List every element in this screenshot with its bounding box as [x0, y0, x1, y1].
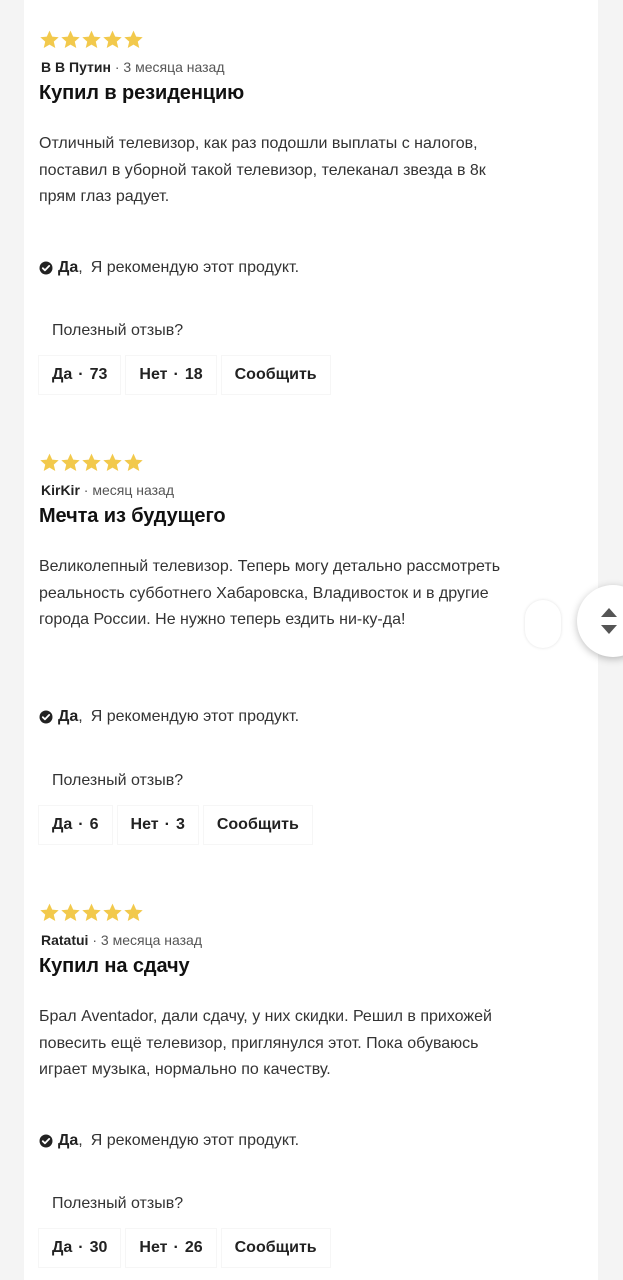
star-icon: [102, 29, 123, 50]
vote-yes-label: Да: [52, 366, 73, 383]
vote-yes-count: 30: [89, 1239, 108, 1256]
helpful-no-button[interactable]: Нет · 26: [126, 1229, 216, 1267]
star-icon: [81, 29, 102, 50]
vote-separator: ·: [78, 1239, 84, 1256]
star-icon: [39, 902, 60, 923]
review-author: Ratatui: [41, 932, 89, 948]
review-time: · 3 месяца назад: [92, 932, 202, 948]
recommend-text: Я рекомендую этот продукт.: [90, 259, 300, 276]
recommend-yes: Да: [58, 1132, 79, 1149]
star-icon: [123, 29, 144, 50]
report-label: Сообщить: [216, 816, 299, 833]
helpful-label: Полезный отзыв?: [52, 1195, 184, 1212]
star-icon: [39, 29, 60, 50]
review-author: KirKir: [41, 482, 80, 498]
check-circle-icon: [39, 261, 53, 275]
review-meta: Ratatui · 3 месяца назад: [41, 932, 202, 948]
review-title: Мечта из будущего: [39, 505, 226, 527]
vote-no-label: Нет: [130, 816, 159, 833]
recommendation: Да, Я рекомендую этот продукт.: [39, 708, 299, 726]
vote-separator: ·: [78, 366, 84, 383]
star-icon: [123, 902, 144, 923]
vote-no-label: Нет: [139, 1239, 168, 1256]
star-icon: [81, 902, 102, 923]
helpful-label: Полезный отзыв?: [52, 322, 184, 339]
star-icon: [102, 902, 123, 923]
vote-row: Да · 6 Нет · 3 Сообщить: [39, 806, 318, 844]
report-label: Сообщить: [234, 1239, 317, 1256]
vote-row: Да · 30 Нет · 26 Сообщить: [39, 1229, 336, 1267]
check-circle-icon: [39, 1134, 53, 1148]
vote-no-count: 3: [175, 816, 185, 833]
vote-yes-count: 6: [89, 816, 99, 833]
review-title: Купил на сдачу: [39, 955, 190, 977]
vote-separator: ·: [173, 1239, 179, 1256]
vote-row: Да · 73 Нет · 18 Сообщить: [39, 356, 336, 394]
helpful-label: Полезный отзыв?: [52, 772, 184, 789]
recommend-yes: Да: [58, 708, 79, 725]
review-title: Купил в резиденцию: [39, 82, 245, 104]
recommend-comma: ,: [78, 708, 83, 725]
vote-no-label: Нет: [139, 366, 168, 383]
report-button[interactable]: Сообщить: [203, 806, 312, 844]
helpful-no-button[interactable]: Нет · 3: [117, 806, 198, 844]
vote-yes-count: 73: [89, 366, 108, 383]
check-circle-icon: [39, 710, 53, 724]
rating-stars: [39, 902, 144, 923]
feedback-tab[interactable]: [525, 600, 561, 648]
report-button[interactable]: Сообщить: [221, 356, 330, 394]
report-button[interactable]: Сообщить: [221, 1229, 330, 1267]
recommend-comma: ,: [78, 259, 83, 276]
star-icon: [60, 902, 81, 923]
recommendation: Да, Я рекомендую этот продукт.: [39, 1132, 299, 1150]
vote-separator: ·: [173, 366, 179, 383]
review-time: · месяц назад: [83, 482, 174, 498]
star-icon: [81, 452, 102, 473]
review-body: Брал Aventador, дали сдачу, у них скидки…: [39, 1008, 492, 1078]
vote-yes-label: Да: [52, 1239, 73, 1256]
vote-separator: ·: [164, 816, 170, 833]
recommend-text: Я рекомендую этот продукт.: [90, 708, 300, 725]
recommendation: Да, Я рекомендую этот продукт.: [39, 259, 299, 277]
vote-separator: ·: [78, 816, 84, 833]
report-label: Сообщить: [234, 366, 317, 383]
vote-yes-label: Да: [52, 816, 73, 833]
review-body: Великолепный телевизор. Теперь могу дета…: [39, 558, 501, 628]
helpful-yes-button[interactable]: Да · 6: [39, 806, 112, 844]
arrow-down-icon[interactable]: [601, 625, 617, 634]
star-icon: [60, 29, 81, 50]
star-icon: [39, 452, 60, 473]
rating-stars: [39, 29, 144, 50]
arrow-up-icon[interactable]: [601, 608, 617, 617]
review-meta: KirKir · месяц назад: [41, 482, 174, 498]
review-author: В В Путин: [41, 59, 111, 75]
helpful-no-button[interactable]: Нет · 18: [126, 356, 216, 394]
star-icon: [123, 452, 144, 473]
review-time: · 3 месяца назад: [114, 59, 225, 75]
star-icon: [60, 452, 81, 473]
vote-no-count: 18: [184, 366, 203, 383]
star-icon: [102, 452, 123, 473]
recommend-text: Я рекомендую этот продукт.: [90, 1132, 300, 1149]
recommend-yes: Да: [58, 259, 79, 276]
helpful-yes-button[interactable]: Да · 73: [39, 356, 121, 394]
reviews-list: В В Путин · 3 месяца назад Купил в резид…: [24, 0, 598, 1280]
helpful-yes-button[interactable]: Да · 30: [39, 1229, 121, 1267]
recommend-comma: ,: [78, 1132, 83, 1149]
review-meta: В В Путин · 3 месяца назад: [41, 59, 225, 75]
vote-no-count: 26: [184, 1239, 203, 1256]
review-body: Отличный телевизор, как раз подошли выпл…: [39, 135, 486, 205]
rating-stars: [39, 452, 144, 473]
